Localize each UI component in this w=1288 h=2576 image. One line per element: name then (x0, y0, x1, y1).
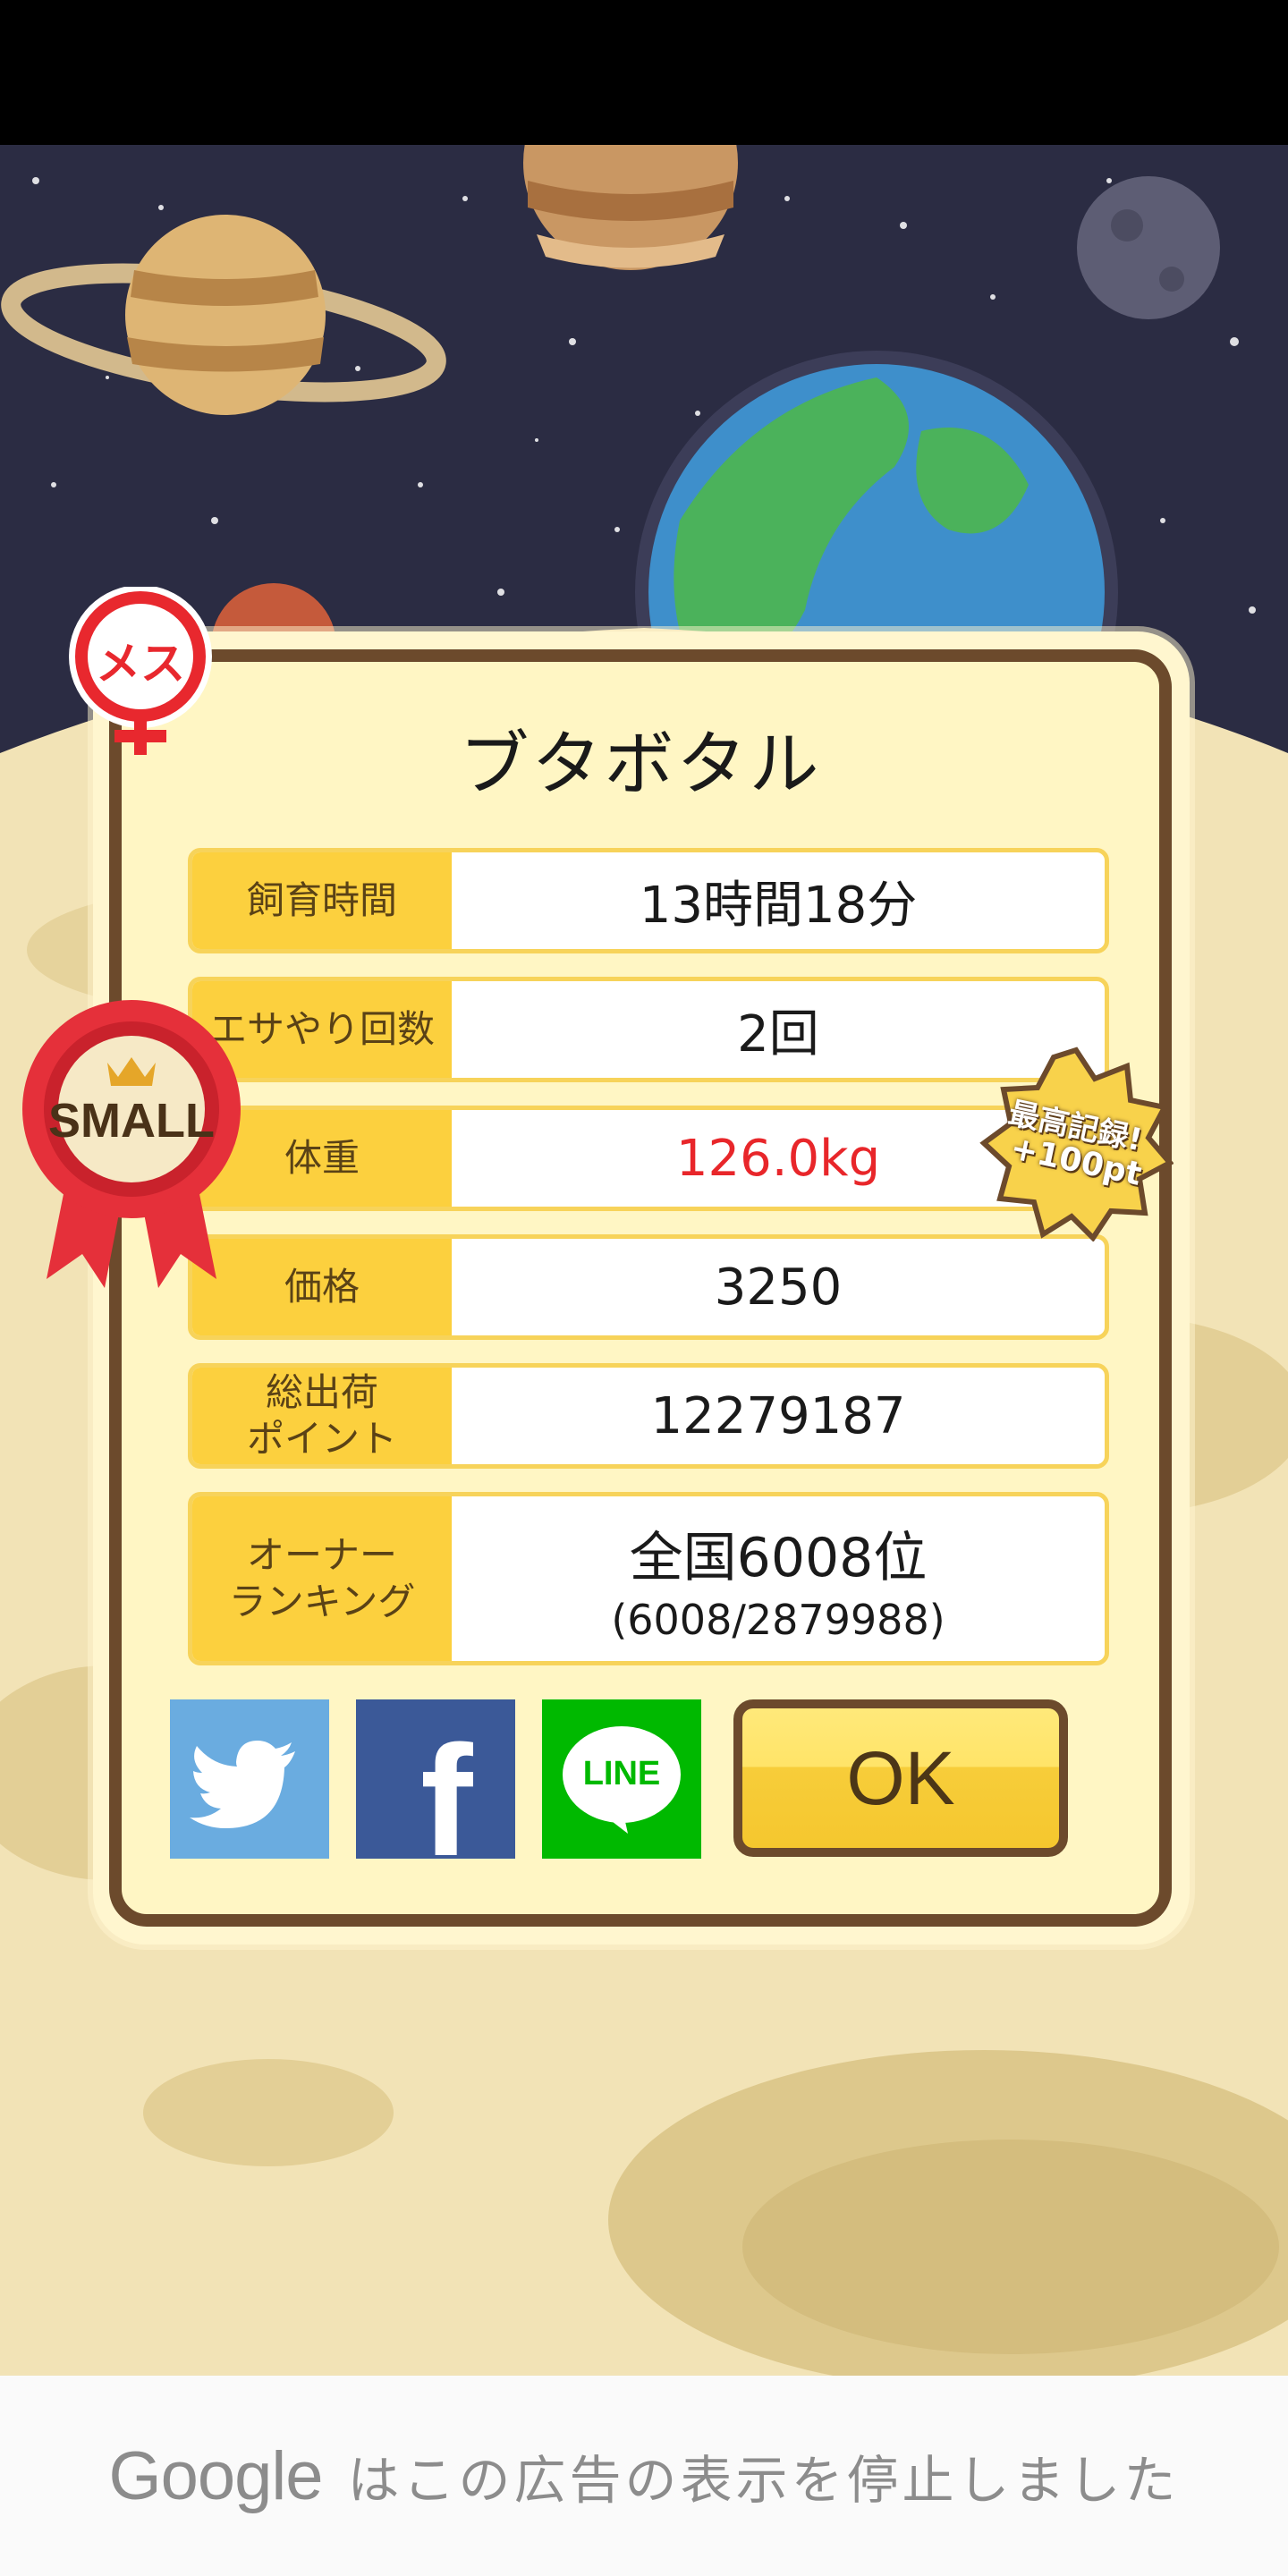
ad-stopped-banner: Google はこの広告の表示を停止しました (0, 2376, 1288, 2576)
row-price: 価格 3250 (188, 1234, 1109, 1340)
status-bar (0, 0, 1288, 145)
row-raising-time: 飼育時間 13時間18分 (188, 848, 1109, 953)
owner-ranking-label: オーナー ランキング (192, 1496, 452, 1661)
facebook-icon: f (420, 1714, 473, 1859)
small-size-ribbon: SMALL (20, 993, 243, 1288)
female-gender-badge: メス (63, 585, 218, 766)
pig-name-title: ブタボタル (459, 724, 822, 805)
twitter-icon (190, 1741, 295, 1828)
row-total-points: 総出荷 ポイント 12279187 (188, 1363, 1109, 1469)
size-label: SMALL (48, 1094, 215, 1148)
line-label: LINE (582, 1755, 661, 1792)
raising-time-label: 飼育時間 (192, 852, 452, 949)
row-weight: 体重 126.0kg (188, 1106, 1109, 1211)
total-points-label: 総出荷 ポイント (192, 1368, 452, 1464)
price-value: 3250 (714, 1258, 843, 1317)
row-owner-ranking: オーナー ランキング 全国6008位 (6008/2879988) (188, 1492, 1109, 1665)
row-feed-count: エサやり回数 2回 (188, 977, 1109, 1082)
ad-stopped-message: はこの広告の表示を停止しました (347, 2450, 1180, 2511)
google-logo: Google (108, 2437, 323, 2514)
total-points-value: 12279187 (650, 1386, 906, 1445)
line-share-button[interactable]: LINE (542, 1699, 701, 1859)
ok-button[interactable]: OK (733, 1699, 1068, 1857)
ranking-position: 全国6008位 (629, 1526, 928, 1589)
facebook-share-button[interactable]: f (356, 1699, 515, 1859)
record-badge: 最高記録! +100pt (979, 1046, 1174, 1242)
gender-label: メス (96, 638, 185, 690)
ranking-detail: (6008/2879988) (611, 1595, 945, 1644)
owner-ranking-value: 全国6008位 (6008/2879988) (452, 1496, 1105, 1661)
twitter-share-button[interactable] (170, 1699, 329, 1859)
raising-time-value: 13時間18分 (639, 876, 918, 935)
